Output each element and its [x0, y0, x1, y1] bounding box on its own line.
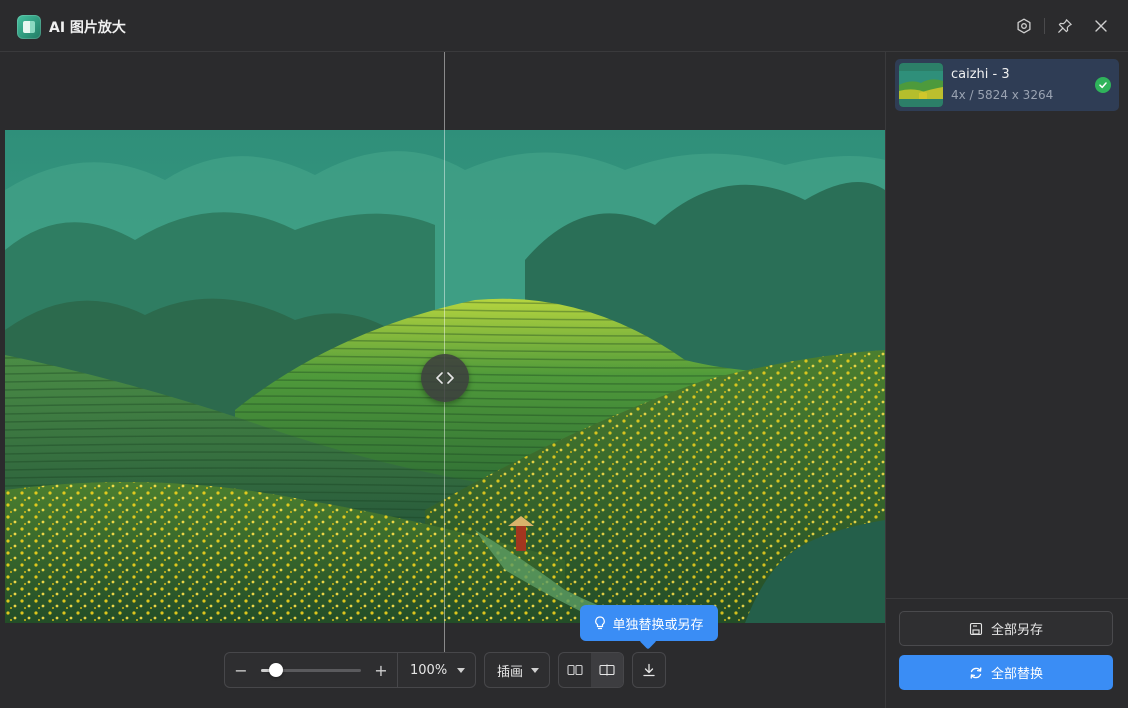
split-compare-icon	[436, 372, 454, 384]
pin-icon	[1058, 19, 1072, 33]
refresh-icon	[970, 666, 982, 679]
side-by-side-view-button[interactable]	[559, 653, 591, 687]
gear-icon	[1017, 18, 1031, 34]
model-mode-select[interactable]: 插画	[484, 652, 550, 688]
zoom-control: − + 100%	[224, 652, 476, 688]
save-icon	[969, 622, 983, 635]
settings-button[interactable]	[1012, 14, 1036, 38]
zoom-out-button[interactable]: −	[225, 653, 257, 687]
file-list-panel: caizhi - 3 4x / 5824 x 3264 全部另存 全部替换	[885, 52, 1128, 708]
zoom-slider-thumb[interactable]	[269, 662, 283, 677]
tooltip-text: 单独替换或另存	[612, 617, 704, 633]
titlebar: AI 图片放大	[0, 0, 1128, 52]
model-mode-label: 插画	[497, 664, 524, 680]
zoom-in-button[interactable]: +	[365, 653, 398, 687]
file-thumbnail	[899, 63, 943, 107]
split-compare-icon	[599, 664, 615, 676]
replace-all-button[interactable]: 全部替换	[899, 655, 1113, 690]
close-icon	[1095, 20, 1107, 32]
pin-button[interactable]	[1053, 14, 1077, 38]
download-icon	[643, 663, 655, 677]
app-logo-icon	[17, 15, 41, 39]
side-by-side-icon	[567, 664, 583, 676]
file-name: caizhi - 3	[951, 67, 1010, 82]
compare-divider-handle[interactable]	[421, 354, 469, 402]
file-meta: 4x / 5824 x 3264	[951, 88, 1054, 102]
chevron-down-icon	[531, 667, 539, 673]
download-button[interactable]	[632, 652, 666, 688]
chevron-down-icon	[457, 667, 465, 673]
view-mode-toggle	[558, 652, 624, 688]
replace-or-save-tooltip: 单独替换或另存	[580, 605, 718, 641]
zoom-value-text: 100%	[410, 662, 448, 678]
app-title: AI 图片放大	[49, 20, 126, 36]
split-view-button[interactable]	[591, 653, 623, 687]
zoom-slider[interactable]	[261, 662, 361, 677]
compare-divider-line[interactable]	[444, 52, 445, 652]
sidebar-divider	[886, 598, 1128, 599]
file-list-item[interactable]: caizhi - 3 4x / 5824 x 3264	[895, 59, 1119, 111]
lightbulb-icon	[595, 616, 606, 630]
save-all-button[interactable]: 全部另存	[899, 611, 1113, 646]
image-canvas[interactable]	[5, 52, 885, 652]
replace-all-label: 全部替换	[990, 667, 1043, 682]
titlebar-separator	[1044, 18, 1045, 34]
save-all-label: 全部另存	[990, 623, 1043, 638]
check-icon	[1095, 77, 1111, 93]
app-window: AI 图片放大 单独替换或另存 − + 100% 插画 caizhi - 3 4…	[0, 0, 1128, 708]
close-button[interactable]	[1089, 14, 1113, 38]
zoom-select[interactable]: 100%	[398, 653, 475, 687]
